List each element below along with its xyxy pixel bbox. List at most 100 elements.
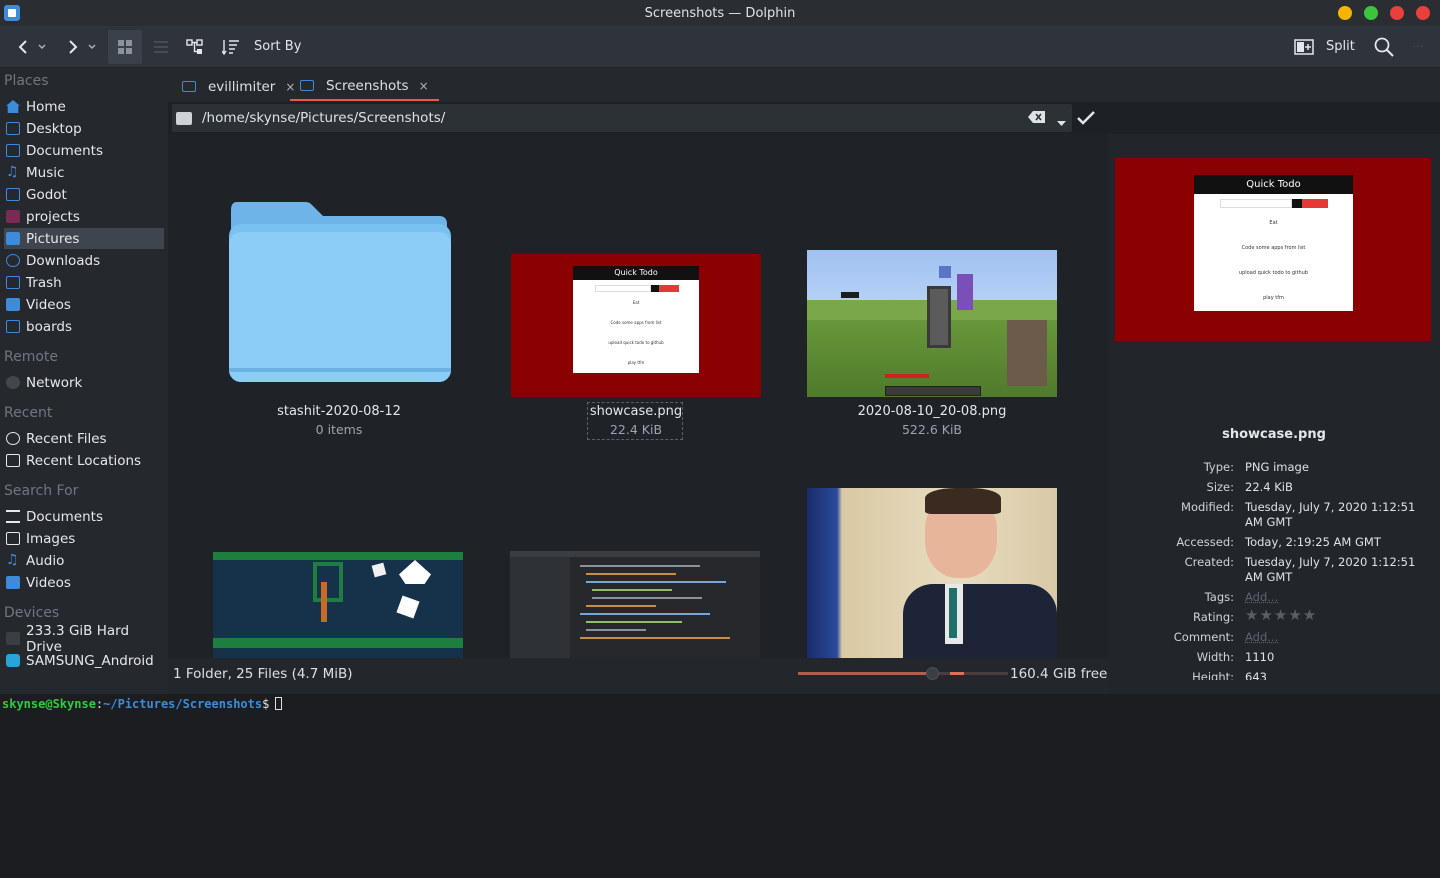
sidebar-item-recent-files[interactable]: Recent Files <box>4 428 164 449</box>
sidebar-item-home[interactable]: Home <box>4 96 164 117</box>
folder-icon <box>182 81 196 92</box>
preview-image: Quick Todo Eat Code some apps from list … <box>1115 158 1431 341</box>
code-line <box>586 629 646 631</box>
free-space: 160.4 GiB free <box>1010 666 1108 682</box>
confirm-location-button[interactable] <box>1076 110 1096 130</box>
distant-mob <box>841 292 859 298</box>
todo-item: play tfm <box>627 360 645 365</box>
sidebar-item-downloads[interactable]: Downloads <box>4 250 164 271</box>
sidebar-item-search-images[interactable]: Images <box>4 528 164 549</box>
todo-title: Quick Todo <box>573 266 699 280</box>
floor-tiles <box>213 638 463 648</box>
info-value: 643 <box>1245 670 1267 680</box>
info-value: Today, 2:19:25 AM GMT <box>1245 535 1381 549</box>
sidebar-item-android-device[interactable]: SAMSUNG_Android <box>4 650 164 671</box>
sidebar-item-videos[interactable]: Videos <box>4 294 164 315</box>
code-line <box>592 597 702 599</box>
file-detail: 522.6 KiB <box>901 422 962 437</box>
sidebar-item-documents[interactable]: Documents <box>4 140 164 161</box>
info-value: Tuesday, July 7, 2020 1:12:51 AM GMT <box>1245 555 1416 584</box>
minimize-button[interactable] <box>1338 6 1352 20</box>
sidebar-item-hard-drive[interactable]: 233.3 GiB Hard Drive <box>4 623 164 655</box>
sidebar-item-music[interactable]: ♫ Music <box>4 162 164 183</box>
tie <box>949 588 957 638</box>
sidebar-item-search-documents[interactable]: Documents <box>4 506 164 527</box>
close-window-button[interactable] <box>1390 6 1404 20</box>
location-history-dropdown[interactable] <box>1057 115 1066 131</box>
todo-clear-button <box>659 285 679 292</box>
info-value: PNG image <box>1245 460 1309 474</box>
tab-evillimiter[interactable]: evillimiter × <box>182 72 295 101</box>
location-bar[interactable]: /home/skynse/Pictures/Screenshots/ <box>172 104 1072 132</box>
sidebar-item-search-videos[interactable]: Videos <box>4 572 164 593</box>
zoom-slider[interactable] <box>798 667 1008 680</box>
sidebar-item-godot[interactable]: Godot <box>4 184 164 205</box>
devices-header: Devices <box>4 605 60 621</box>
sort-by-button[interactable]: Sort By <box>222 30 312 64</box>
code-line <box>580 565 700 567</box>
todo-clear-button <box>1302 199 1328 208</box>
sidebar-item-boards[interactable]: boards <box>4 316 164 337</box>
close-button-extra[interactable] <box>1416 6 1430 20</box>
sidebar-item-pictures[interactable]: Pictures <box>4 228 164 249</box>
search-icon <box>1374 37 1394 57</box>
image-thumbnail-game[interactable] <box>213 552 463 658</box>
trash-icon <box>6 276 20 289</box>
sidebar-item-network[interactable]: Network <box>4 372 164 393</box>
close-tab-icon[interactable]: × <box>419 79 429 93</box>
todo-input <box>595 285 651 292</box>
forward-history-dropdown[interactable] <box>86 30 98 64</box>
document-lines-icon <box>6 510 20 523</box>
image-thumbnail-photo[interactable] <box>807 488 1057 658</box>
terminal-panel[interactable]: skynse@Skynse:~/Pictures/Screenshots$ <box>0 694 1440 878</box>
image-thumbnail-code-editor[interactable] <box>510 551 760 658</box>
terminal-prompt-line: skynse@Skynse:~/Pictures/Screenshots$ <box>2 697 283 711</box>
video-icon <box>6 576 20 589</box>
todo-input <box>1220 199 1292 208</box>
split-label: Split <box>1326 39 1355 54</box>
clear-location-icon[interactable] <box>1028 110 1046 128</box>
first-person-hand <box>1007 320 1047 386</box>
folder-thumbnail[interactable] <box>227 198 451 382</box>
title-bar: Screenshots — Dolphin <box>0 0 1440 26</box>
phone-icon <box>6 654 20 667</box>
home-icon <box>6 100 20 113</box>
folder-icon <box>6 188 20 201</box>
code-line <box>586 573 676 575</box>
sidebar-item-projects[interactable]: projects <box>4 206 164 227</box>
details-view-button[interactable] <box>146 30 176 64</box>
todo-title: Quick Todo <box>1194 175 1353 194</box>
search-button[interactable] <box>1372 30 1396 64</box>
sidebar-item-search-audio[interactable]: ♫ Audio <box>4 550 164 571</box>
image-thumbnail-minecraft[interactable] <box>807 250 1057 397</box>
add-tags-link[interactable]: Add... <box>1245 590 1425 605</box>
rating-stars[interactable]: ★★★★★ <box>1245 608 1425 623</box>
file-detail: 0 items <box>315 422 363 437</box>
forward-button[interactable] <box>62 30 84 64</box>
tree-view-button[interactable] <box>182 30 208 64</box>
zoom-slider-handle[interactable] <box>926 667 939 680</box>
white-block <box>396 595 420 619</box>
tab-screenshots[interactable]: Screenshots × <box>290 72 439 101</box>
file-view[interactable]: stashit-2020-08-12 0 items Quick Todo Ea… <box>168 134 1108 658</box>
back-history-dropdown[interactable] <box>36 30 48 64</box>
icons-view-button[interactable] <box>108 29 142 64</box>
clock-icon <box>6 432 20 445</box>
sidebar-item-recent-locations[interactable]: Recent Locations <box>4 450 164 471</box>
split-view-button[interactable]: Split <box>1294 30 1360 64</box>
file-name: 2020-08-10_20-08.png <box>857 404 1007 419</box>
dolphin-app-icon[interactable] <box>4 5 20 21</box>
image-thumbnail-showcase[interactable]: Quick Todo Eat Code some apps from list … <box>511 254 761 397</box>
maximize-button[interactable] <box>1364 6 1378 20</box>
list-view-icon <box>154 40 168 53</box>
back-button[interactable] <box>12 30 34 64</box>
overflow-menu-button[interactable]: ··· <box>1404 30 1432 64</box>
sidebar-item-desktop[interactable]: Desktop <box>4 118 164 139</box>
add-comment-link[interactable]: Add... <box>1245 630 1425 645</box>
sidebar-item-trash[interactable]: Trash <box>4 272 164 293</box>
music-note-icon: ♫ <box>6 164 19 180</box>
folder-icon <box>300 80 314 91</box>
tab-bar: evillimiter × Screenshots × <box>168 68 1440 102</box>
location-path[interactable]: /home/skynse/Pictures/Screenshots/ <box>202 110 445 126</box>
arrow-left-icon <box>18 39 27 54</box>
